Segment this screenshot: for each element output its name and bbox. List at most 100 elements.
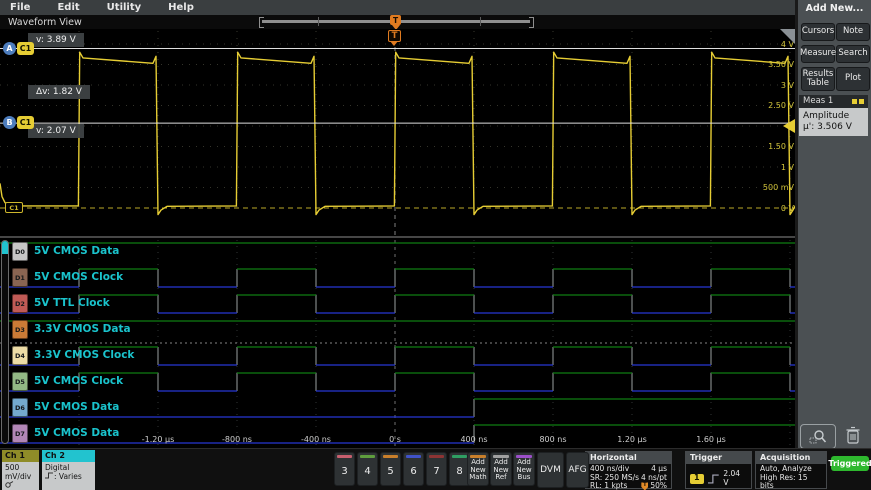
- note-button[interactable]: Note: [836, 23, 870, 41]
- digital-channel-badge-d4[interactable]: D4: [12, 346, 28, 365]
- trigger-position-marker-icon[interactable]: T: [390, 15, 401, 25]
- digital-channel-badge-d3[interactable]: D3: [12, 320, 28, 339]
- measurement-color-swatch-icon: [859, 99, 864, 104]
- plot-button[interactable]: Plot: [836, 67, 870, 91]
- menu-item-help[interactable]: Help: [168, 2, 194, 13]
- channel-7-button[interactable]: 7: [426, 452, 447, 486]
- view-title[interactable]: Waveform View: [8, 17, 82, 28]
- add-new-ref-button[interactable]: AddNewRef: [490, 452, 512, 486]
- channel2-settings: Digital : Varies: [42, 462, 95, 490]
- digital-channel-badge-d2[interactable]: D2: [12, 294, 28, 313]
- rising-edge-icon: [708, 474, 720, 484]
- digital-trace-d4-edges: [79, 347, 790, 365]
- channel1-badge[interactable]: Ch 1 500 mV/div 100 MHz: [2, 450, 39, 490]
- afg-button[interactable]: AFG: [566, 452, 589, 488]
- measure-button[interactable]: Measure: [801, 45, 835, 63]
- acquisition-panel[interactable]: Acquisition Auto, AnalyzeHigh Res: 15 bi…: [755, 451, 827, 489]
- channel-3-color-stripe: [337, 455, 352, 458]
- cursor-delta-readout: Δv: 1.82 V: [28, 85, 90, 99]
- horizontal-value: 50%: [650, 482, 667, 490]
- measurement-type: Amplitude: [803, 111, 864, 122]
- measurement-card-body: Amplitude µ': 3.506 V: [799, 108, 868, 136]
- channel-8-color-stripe: [452, 455, 467, 458]
- channel2-threshold: : Varies: [45, 472, 92, 481]
- cursors-button[interactable]: Cursors: [801, 23, 835, 41]
- digital-channel-badge-d0[interactable]: D0: [12, 242, 28, 261]
- channel-3-button[interactable]: 3: [334, 452, 355, 486]
- analog-trace-c1: [0, 52, 795, 214]
- add-new-bus-button[interactable]: AddNewBus: [513, 452, 535, 486]
- measurement-name: Meas 1: [803, 96, 833, 106]
- measurement-value: µ': 3.506 V: [803, 122, 864, 133]
- trigger-source-badge: 1: [690, 474, 704, 484]
- probe-icon: [5, 481, 36, 490]
- add-button-color-stripe: [516, 455, 532, 458]
- digital-group-handle-cap: [2, 241, 8, 254]
- acquisition-row: High Res: 15 bits: [756, 473, 826, 490]
- digital-channel-badge-d6[interactable]: D6: [12, 398, 28, 417]
- trigger-status-badge: Triggered: [831, 456, 869, 471]
- channel2-header: Ch 2: [42, 450, 95, 462]
- zoom-mode-button[interactable]: [800, 424, 836, 449]
- measurement-card-header: Meas 1: [799, 95, 868, 108]
- menu-item-file[interactable]: File: [10, 2, 30, 13]
- oscilloscope-app: File Edit Utility Help Waveform View T 4 V3…: [0, 0, 871, 490]
- menu-item-utility[interactable]: Utility: [107, 2, 141, 13]
- record-tick: [480, 17, 481, 26]
- channel1-ground-badge[interactable]: C1: [5, 202, 23, 213]
- acquisition-row: Auto, Analyze: [756, 464, 826, 473]
- digital-trace-d2-edges: [79, 295, 790, 313]
- digital-channel-badge-d5[interactable]: D5: [12, 372, 28, 391]
- record-tick: [318, 17, 319, 26]
- horizontal-value-right: T50%: [641, 482, 667, 490]
- cursor-b-channel-badge[interactable]: C1: [17, 116, 34, 129]
- measurement-card[interactable]: Meas 1 Amplitude µ': 3.506 V: [799, 95, 868, 136]
- channel-5-button[interactable]: 5: [380, 452, 401, 486]
- trash-button[interactable]: [842, 423, 864, 448]
- waveform-canvas: [0, 29, 795, 448]
- add-button-color-stripe: [470, 455, 486, 458]
- trigger-panel-title: Trigger: [686, 452, 751, 464]
- digital-trace-d1-edges: [79, 269, 790, 287]
- search-button[interactable]: Search: [836, 45, 870, 63]
- channel2-badge[interactable]: Ch 2 Digital : Varies: [42, 450, 95, 490]
- edge-icon: [45, 472, 54, 479]
- trigger-level-arrow-icon[interactable]: [783, 119, 795, 133]
- trigger-position-icon: T: [641, 482, 648, 490]
- trigger-level: 2.04 V: [723, 470, 747, 487]
- bottom-settings-bar: Ch 1 500 mV/div 100 MHz Ch 2 Digital : V…: [0, 448, 871, 490]
- channel-4-color-stripe: [360, 455, 375, 458]
- menu-bar: File Edit Utility Help: [0, 0, 795, 15]
- add-button-color-stripe: [493, 455, 509, 458]
- add-new-title: Add New...: [798, 3, 871, 14]
- cursor-a-badge[interactable]: A: [3, 42, 16, 55]
- horizontal-panel[interactable]: Horizontal 400 ns/div4 µsSR: 250 MS/s4 n…: [585, 451, 672, 489]
- channel-5-color-stripe: [383, 455, 398, 458]
- channel-7-color-stripe: [429, 455, 444, 458]
- channel2-mode: Digital: [45, 463, 92, 472]
- digital-channel-badge-d7[interactable]: D7: [12, 424, 28, 443]
- digital-channel-badge-d1[interactable]: D1: [12, 268, 28, 287]
- horizontal-value: RL: 1 kpts: [590, 482, 627, 490]
- right-panel: Add New... Meas 1 Amplitude µ': 3.506 V: [798, 0, 871, 448]
- horizontal-panel-title: Horizontal: [586, 452, 671, 464]
- magnifier-icon: [809, 429, 827, 445]
- trigger-panel[interactable]: Trigger 1 2.04 V: [685, 451, 752, 489]
- channel-4-button[interactable]: 4: [357, 452, 378, 486]
- record-view-left-bracket: [259, 17, 264, 28]
- waveform-plot[interactable]: 4 V3.50 V3 V2.50 V1.50 V1 V500 mV0 V-1.2…: [0, 29, 795, 448]
- digital-group-handle[interactable]: [1, 240, 9, 444]
- measurement-color-swatch-icon: [852, 99, 857, 104]
- cursor-a-channel-badge[interactable]: C1: [17, 42, 34, 55]
- menu-item-edit[interactable]: Edit: [57, 2, 79, 13]
- dvm-button[interactable]: DVM: [537, 452, 564, 488]
- channel-6-button[interactable]: 6: [403, 452, 424, 486]
- add-new-math-button[interactable]: AddNewMath: [467, 452, 489, 486]
- acquisition-panel-title: Acquisition: [756, 452, 826, 464]
- channel1-header: Ch 1: [2, 450, 39, 462]
- cursor-b-badge[interactable]: B: [3, 116, 16, 129]
- results-table-button[interactable]: Results Table: [801, 67, 835, 91]
- cursor-b-readout: v: 2.07 V: [28, 124, 84, 138]
- horizontal-row: RL: 1 kpts T50%: [586, 482, 671, 490]
- cursor-a-readout: v: 3.89 V: [28, 33, 84, 47]
